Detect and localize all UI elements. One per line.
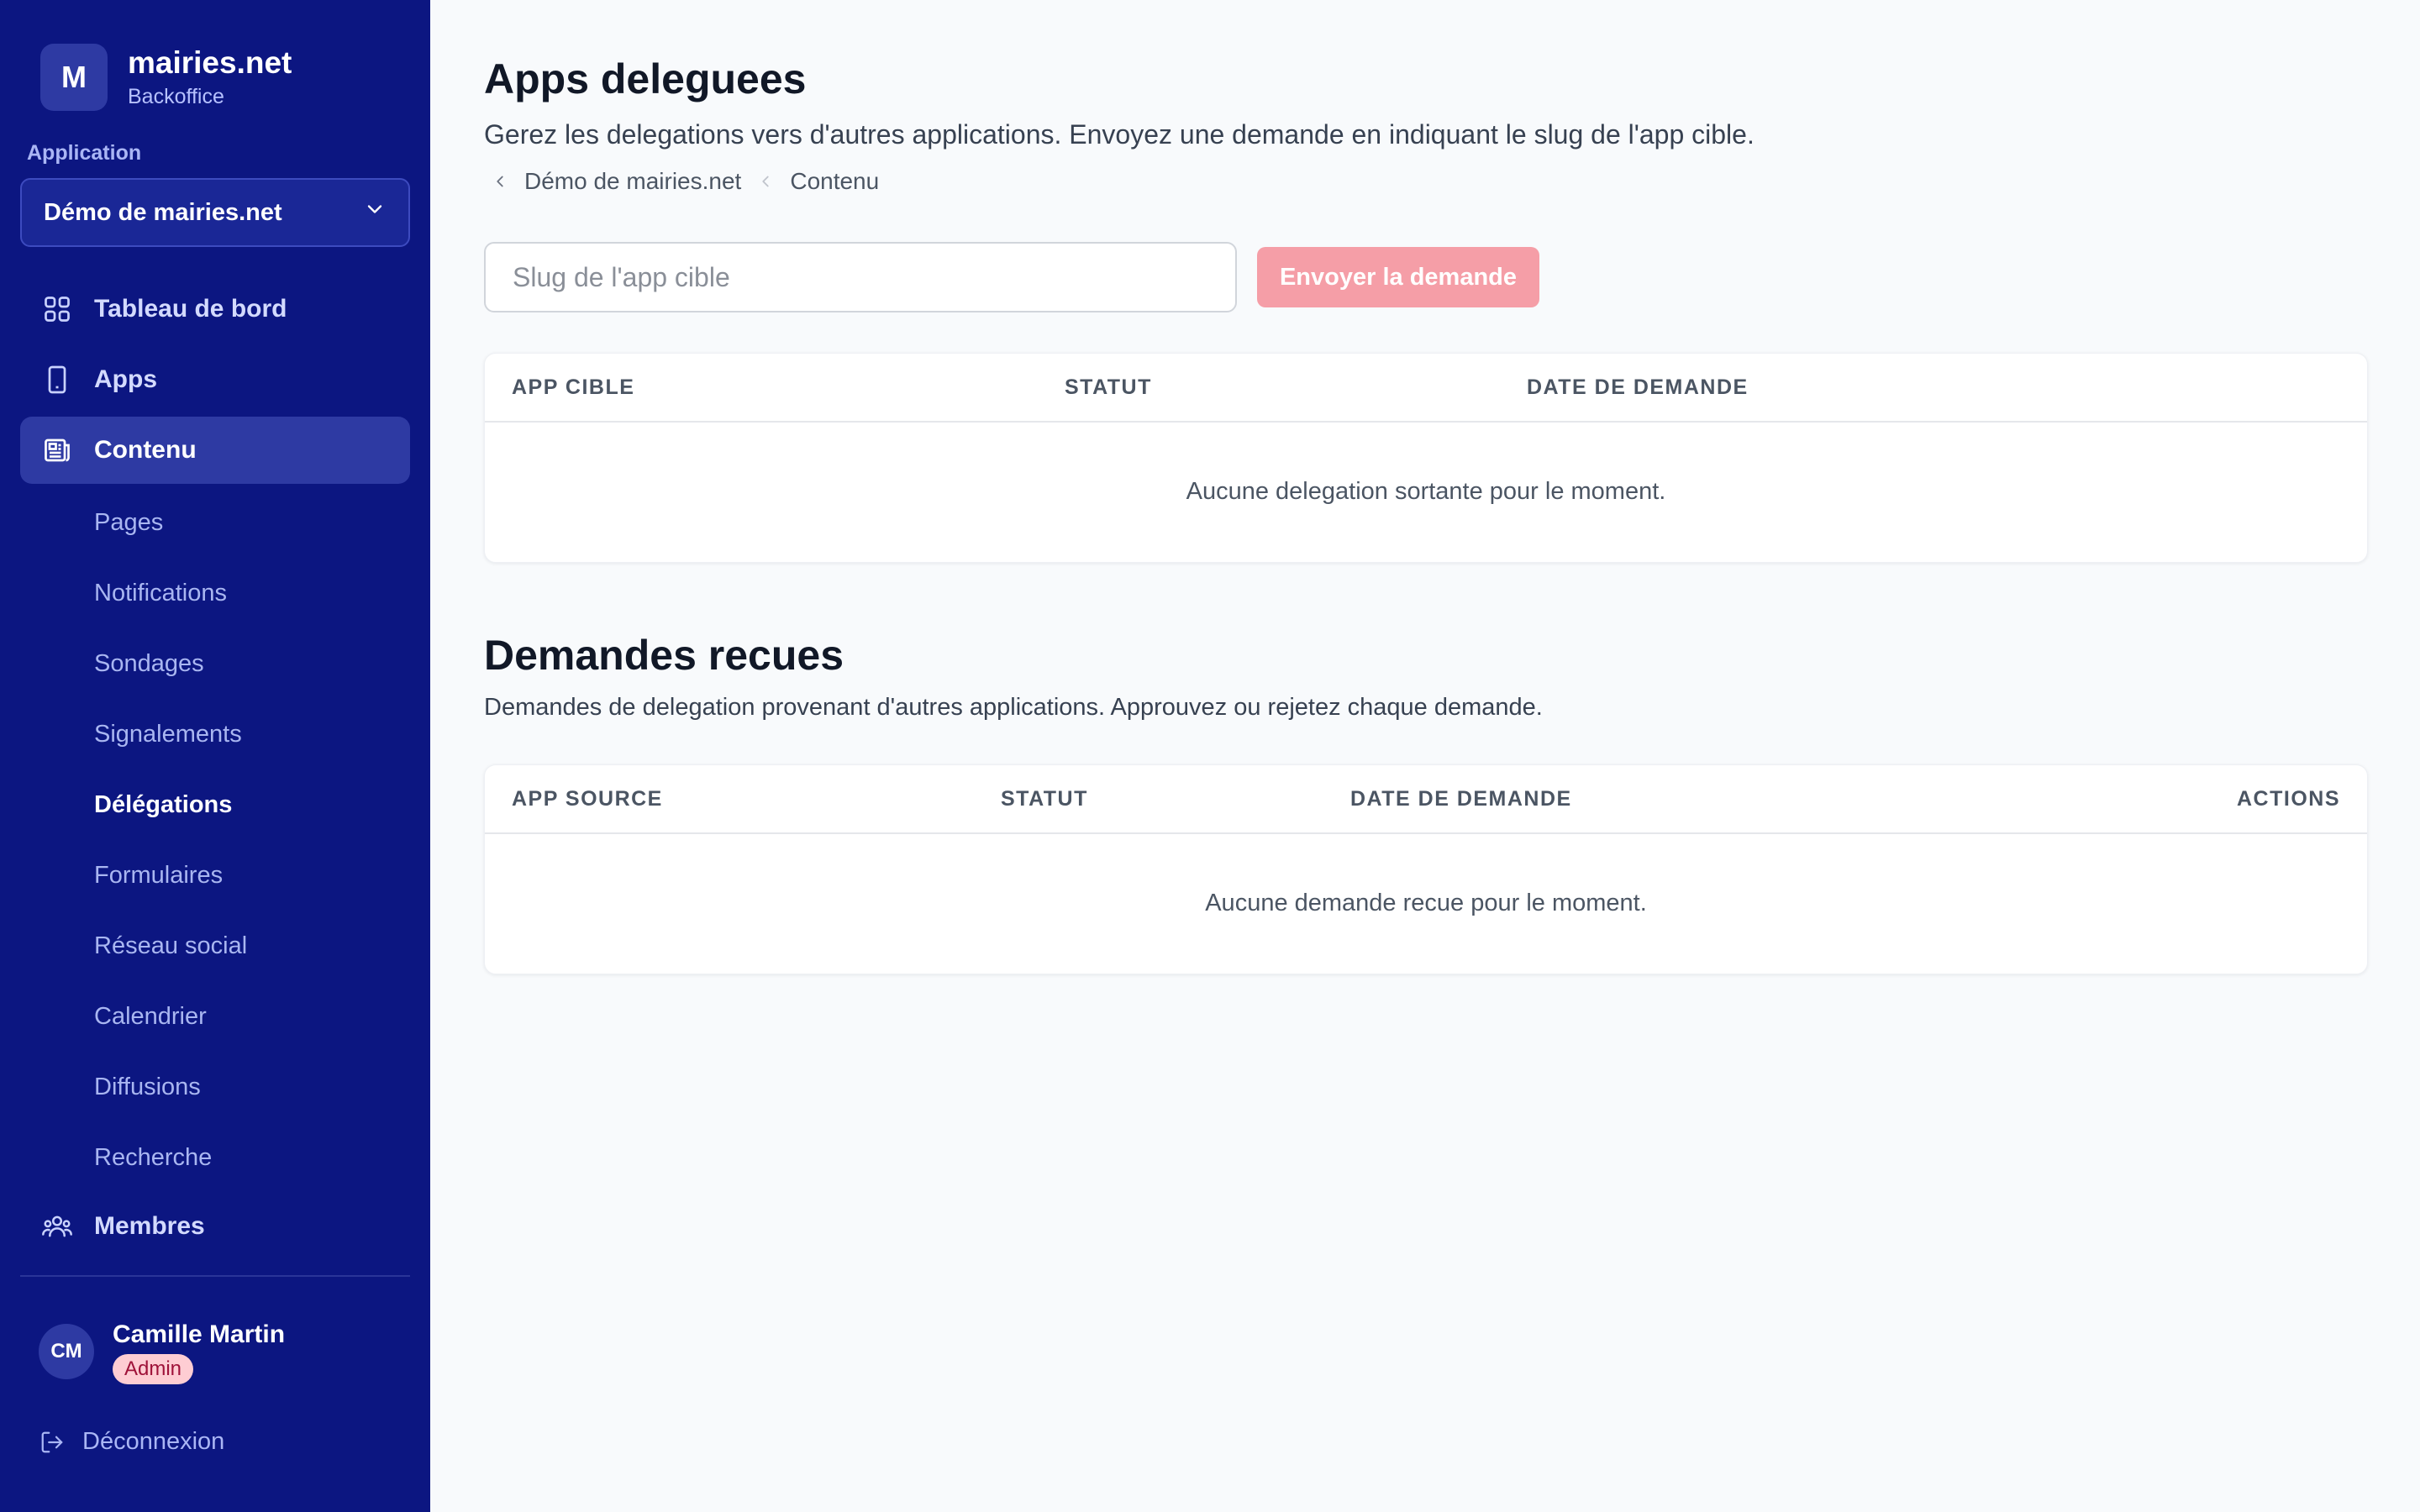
chevron-down-icon <box>363 197 387 228</box>
target-app-slug-input[interactable] <box>484 242 1237 312</box>
sidebar-subitem-delegations[interactable]: Délégations <box>20 769 410 840</box>
sidebar-item-label: Tableau de bord <box>94 295 287 323</box>
column-header-actions: ACTIONS <box>2237 786 2340 811</box>
column-header-source-app: APP SOURCE <box>512 786 663 811</box>
smartphone-icon <box>40 363 74 396</box>
column-header-request-date: DATE DE DEMANDE <box>1350 786 1572 811</box>
application-label: Application <box>27 141 142 165</box>
sidebar-subitem-surveys[interactable]: Sondages <box>20 628 410 699</box>
page-title: Apps deleguees <box>484 55 807 102</box>
column-header-target-app: APP CIBLE <box>512 375 635 399</box>
avatar: CM <box>39 1324 94 1379</box>
breadcrumb-link-app[interactable]: Démo de mairies.net <box>524 168 741 195</box>
main-content: Apps deleguees Gerez les delegations ver… <box>430 0 2420 1512</box>
logout-label: Déconnexion <box>82 1428 225 1455</box>
table-header: APP SOURCE STATUT DATE DE DEMANDE ACTION… <box>485 765 2367 834</box>
application-select-value: Démo de mairies.net <box>44 198 282 226</box>
role-badge: Admin <box>113 1354 194 1384</box>
send-request-button[interactable]: Envoyer la demande <box>1257 247 1539 307</box>
outgoing-delegations-table: APP CIBLE STATUT DATE DE DEMANDE Aucune … <box>484 353 2368 563</box>
section-title-received: Demandes recues <box>484 632 844 679</box>
column-header-status: STATUT <box>1065 375 1152 399</box>
sidebar: M mairies.net Backoffice Application Dém… <box>0 0 430 1512</box>
table-header: APP CIBLE STATUT DATE DE DEMANDE <box>485 354 2367 423</box>
sidebar-item-apps[interactable]: Apps <box>20 346 410 413</box>
section-description-received: Demandes de delegation provenant d'autre… <box>484 694 1543 721</box>
sidebar-divider <box>20 1275 410 1277</box>
user-profile[interactable]: CM Camille Martin Admin <box>39 1319 285 1384</box>
newspaper-icon <box>40 433 74 467</box>
sidebar-subitem-reports[interactable]: Signalements <box>20 699 410 769</box>
brand-text: mairies.net Backoffice <box>128 45 292 110</box>
logout-button[interactable]: Déconnexion <box>39 1428 224 1456</box>
incoming-requests-table: APP SOURCE STATUT DATE DE DEMANDE ACTION… <box>484 764 2368 974</box>
logout-icon <box>39 1429 66 1456</box>
chevron-left-icon <box>756 169 775 194</box>
app-root: M mairies.net Backoffice Application Dém… <box>0 0 2420 1512</box>
page-description: Gerez les delegations vers d'autres appl… <box>484 119 1754 150</box>
chevron-left-icon <box>491 169 509 194</box>
empty-state-message: Aucune delegation sortante pour le momen… <box>1186 477 1666 505</box>
brand-name: mairies.net <box>128 45 292 80</box>
user-name: Camille Martin <box>113 1320 286 1348</box>
sidebar-subitem-notifications[interactable]: Notifications <box>20 558 410 628</box>
sidebar-subitem-calendar[interactable]: Calendrier <box>20 981 410 1052</box>
application-select[interactable]: Démo de mairies.net <box>20 178 410 247</box>
column-header-request-date: DATE DE DEMANDE <box>1527 375 1749 399</box>
sidebar-subitem-forms[interactable]: Formulaires <box>20 840 410 911</box>
sidebar-item-dashboard[interactable]: Tableau de bord <box>20 276 410 343</box>
breadcrumb: Démo de mairies.net Contenu <box>484 168 879 195</box>
sidebar-subitem-search[interactable]: Recherche <box>20 1122 410 1193</box>
content-sub-nav: Pages Notifications Sondages Signalement… <box>20 487 410 1193</box>
sidebar-item-content[interactable]: Contenu <box>20 417 410 484</box>
sidebar-nav: Tableau de bord Apps Contenu Pages Notif… <box>20 276 410 1263</box>
sidebar-item-label: Contenu <box>94 436 197 464</box>
column-header-status: STATUT <box>1001 786 1088 811</box>
sidebar-item-members[interactable]: Membres <box>20 1193 410 1260</box>
brand-logo: M <box>40 44 108 111</box>
brand-subtitle: Backoffice <box>128 85 224 108</box>
breadcrumb-link-content[interactable]: Contenu <box>790 168 879 195</box>
empty-state-message: Aucune demande recue pour le moment. <box>1205 889 1647 916</box>
sidebar-subitem-pages[interactable]: Pages <box>20 487 410 558</box>
sidebar-item-label: Membres <box>94 1212 205 1240</box>
user-text: Camille Martin Admin <box>113 1319 285 1384</box>
brand[interactable]: M mairies.net Backoffice <box>40 44 292 111</box>
sidebar-subitem-broadcasts[interactable]: Diffusions <box>20 1052 410 1122</box>
users-icon <box>40 1210 74 1243</box>
grid-icon <box>40 292 74 326</box>
sidebar-subitem-social-network[interactable]: Réseau social <box>20 911 410 981</box>
sidebar-item-label: Apps <box>94 365 157 393</box>
